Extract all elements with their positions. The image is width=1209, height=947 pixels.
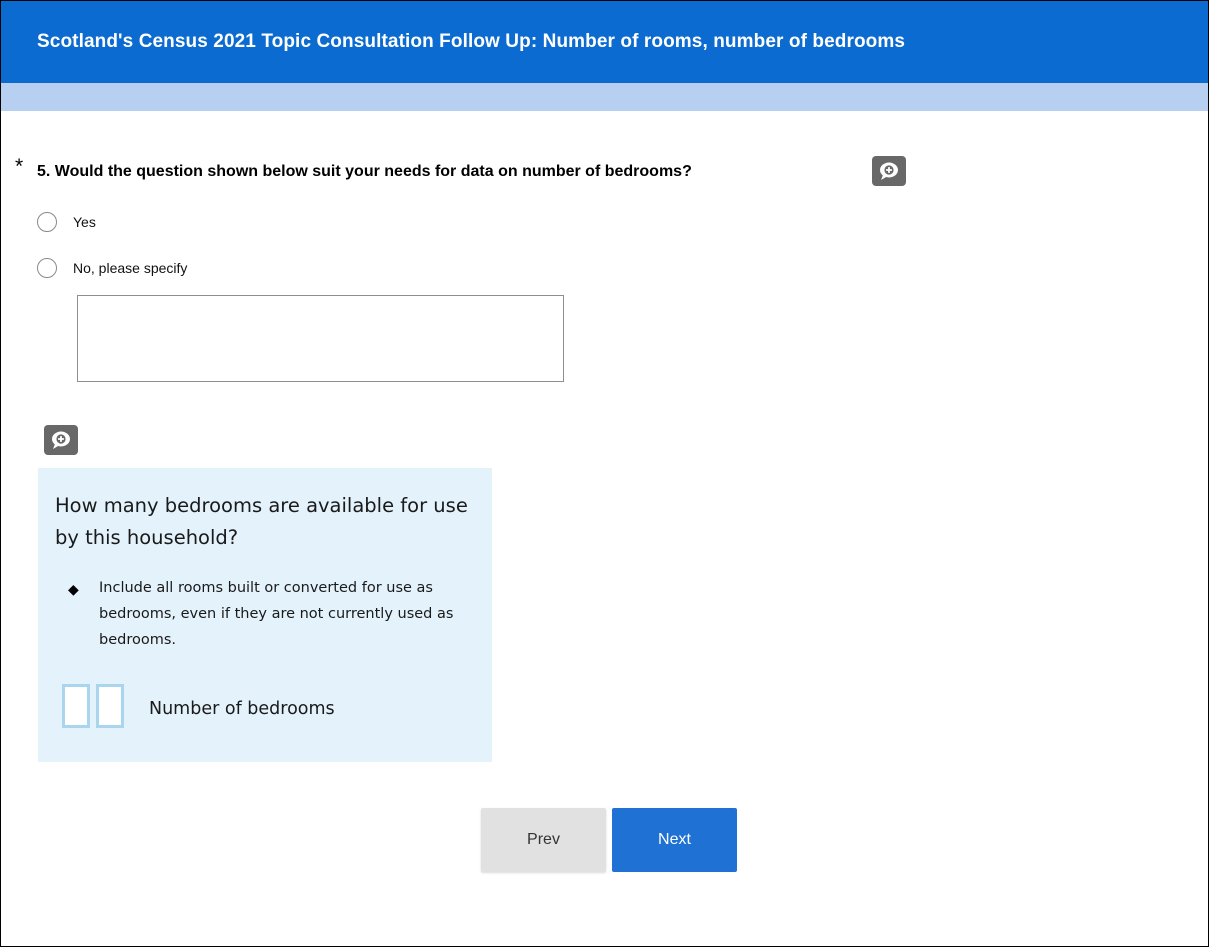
image-comment-button[interactable] — [44, 425, 78, 455]
survey-title: Scotland's Census 2021 Topic Consultatio… — [37, 31, 906, 52]
option-no-label: No, please specify — [73, 260, 188, 276]
option-no-specify[interactable]: No, please specify — [37, 258, 187, 278]
progress-bar — [1, 83, 1208, 111]
digit-box-1 — [62, 684, 90, 728]
prev-button[interactable]: Prev — [481, 808, 606, 872]
survey-title-bar: Scotland's Census 2021 Topic Consultatio… — [1, 1, 1208, 83]
survey-page: Scotland's Census 2021 Topic Consultatio… — [0, 0, 1209, 947]
comment-add-icon — [878, 161, 900, 181]
question-comment-button[interactable] — [872, 156, 906, 186]
specify-text-input[interactable] — [77, 295, 564, 382]
image-question-text: How many bedrooms are available for use … — [55, 494, 468, 549]
diamond-bullet-icon: ◆ — [68, 582, 79, 598]
radio-unchecked-icon[interactable] — [37, 212, 57, 232]
question-title: 5. Would the question shown below suit y… — [37, 163, 692, 180]
required-marker: * — [15, 155, 24, 178]
option-yes-label: Yes — [73, 214, 96, 230]
census-question-image: How many bedrooms are available for use … — [38, 468, 492, 762]
image-guidance-text: Include all rooms built or converted for… — [99, 580, 454, 648]
radio-unchecked-icon[interactable] — [37, 258, 57, 278]
image-answer-label: Number of bedrooms — [149, 699, 335, 719]
digit-box-2 — [96, 684, 124, 728]
option-yes[interactable]: Yes — [37, 212, 96, 232]
comment-add-icon — [50, 430, 72, 450]
next-button[interactable]: Next — [612, 808, 737, 872]
